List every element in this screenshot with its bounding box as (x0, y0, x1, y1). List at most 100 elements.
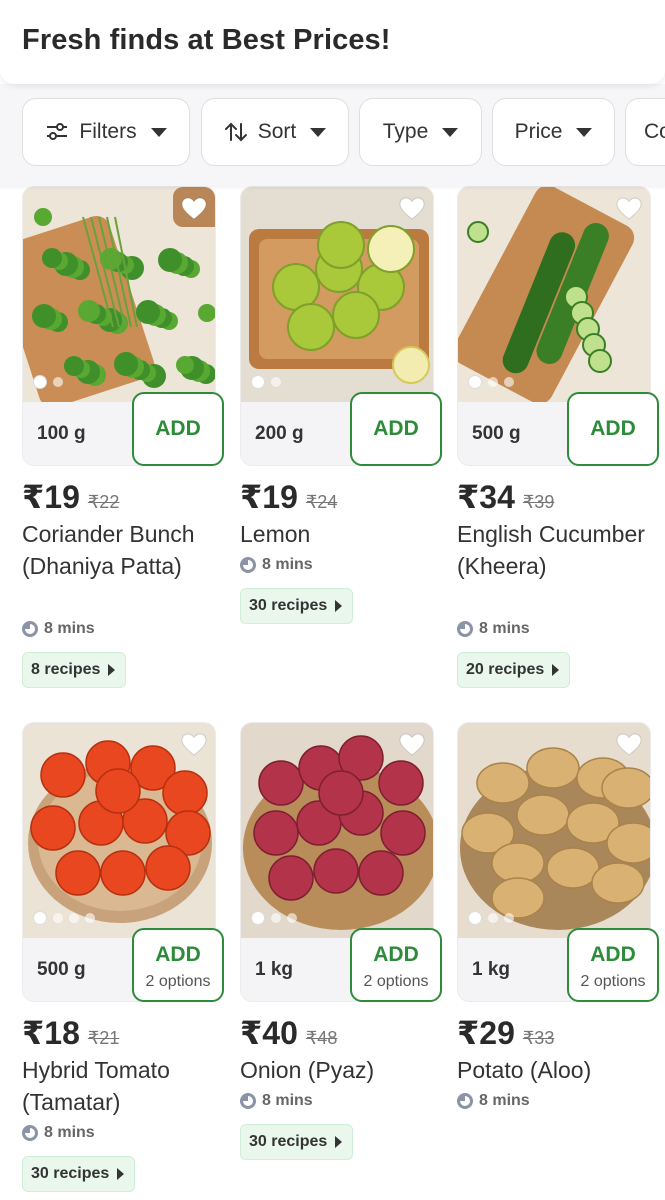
filters-chip[interactable]: Filters (22, 98, 190, 166)
add-button[interactable]: ADD 2 options (350, 928, 442, 1002)
more-filter-chip[interactable]: Co (625, 98, 665, 166)
recipes-link[interactable]: 8 recipes (22, 652, 127, 688)
product-name[interactable]: Hybrid Tomato (Tamatar) (22, 1054, 222, 1118)
recipes-label: 20 recipes (466, 661, 545, 678)
carousel-dot[interactable] (251, 911, 265, 925)
carousel-dot[interactable] (468, 375, 482, 389)
product-name[interactable]: English Cucumber (Kheera) (457, 518, 657, 582)
heart-icon[interactable] (181, 197, 207, 221)
product-card[interactable]: 500 g ADD ₹34 ₹39 English Cucumber (Khee… (457, 186, 659, 706)
product-weight: 200 g (255, 423, 304, 444)
chevron-down-icon (150, 127, 167, 137)
play-arrow-icon (335, 600, 343, 612)
carousel-dot[interactable] (69, 913, 79, 923)
delivery-eta-text: 8 mins (262, 556, 313, 573)
type-label: Type (382, 120, 429, 143)
clock-icon (240, 557, 256, 573)
type-chip[interactable]: Type (359, 98, 482, 166)
price-row: ₹19 ₹22 (22, 478, 119, 516)
clock-icon (22, 1125, 38, 1141)
carousel-dot[interactable] (504, 377, 514, 387)
price-row: ₹18 ₹21 (22, 1014, 119, 1052)
delivery-eta: 8 mins (457, 620, 530, 638)
product-mrp: ₹39 (522, 492, 555, 512)
filter-bar: Filters Sort Type Price Co (0, 84, 665, 186)
product-card[interactable]: 500 g ADD 2 options ₹18 ₹21 Hybrid Tomat… (22, 722, 224, 1200)
carousel-dots (251, 911, 297, 925)
product-card[interactable]: 1 kg ADD 2 options ₹29 ₹33 Potato (Aloo)… (457, 722, 659, 1200)
add-button-label: ADD (155, 943, 201, 966)
recipes-link[interactable]: 30 recipes (240, 1124, 354, 1160)
carousel-dot[interactable] (488, 377, 498, 387)
carousel-dot[interactable] (53, 913, 63, 923)
delivery-eta-text: 8 mins (44, 1124, 95, 1141)
carousel-dot[interactable] (53, 377, 63, 387)
heart-icon[interactable] (616, 733, 642, 757)
carousel-dot[interactable] (251, 375, 265, 389)
carousel-dots (468, 911, 514, 925)
heart-icon[interactable] (181, 733, 207, 757)
product-price: ₹19 (22, 479, 80, 515)
filters-label: Filters (79, 120, 137, 143)
recipes-label: 30 recipes (249, 597, 328, 614)
heart-icon[interactable] (399, 733, 425, 757)
options-label: 2 options (145, 973, 211, 990)
carousel-dot[interactable] (33, 375, 47, 389)
add-button[interactable]: ADD (132, 392, 224, 466)
carousel-dots (33, 911, 95, 925)
recipes-link[interactable]: 20 recipes (457, 652, 571, 688)
sort-chip[interactable]: Sort (201, 98, 349, 166)
add-button-label: ADD (373, 417, 419, 440)
carousel-dot[interactable] (271, 913, 281, 923)
product-weight: 100 g (37, 423, 86, 444)
product-weight: 1 kg (255, 959, 294, 980)
add-button[interactable]: ADD (350, 392, 442, 466)
carousel-dot[interactable] (33, 911, 47, 925)
delivery-eta-text: 8 mins (262, 1092, 313, 1109)
recipes-label: 8 recipes (31, 661, 101, 678)
product-card[interactable]: 100 g ADD ₹19 ₹22 Coriander Bunch (Dhani… (22, 186, 224, 706)
product-mrp: ₹24 (305, 492, 338, 512)
product-name[interactable]: Coriander Bunch (Dhaniya Patta) (22, 518, 222, 582)
chevron-down-icon (576, 127, 593, 137)
add-button[interactable]: ADD 2 options (567, 928, 659, 1002)
page-header: Fresh finds at Best Prices! (0, 0, 665, 84)
carousel-dot[interactable] (271, 377, 281, 387)
product-mrp: ₹48 (305, 1028, 338, 1048)
sliders-icon (45, 120, 69, 144)
product-weight: 500 g (37, 959, 86, 980)
product-card[interactable]: 1 kg ADD 2 options ₹40 ₹48 Onion (Pyaz) … (240, 722, 442, 1200)
price-row: ₹29 ₹33 (457, 1014, 554, 1052)
recipes-link[interactable]: 30 recipes (22, 1156, 136, 1192)
carousel-dot[interactable] (468, 911, 482, 925)
add-button-label: ADD (590, 417, 636, 440)
product-name[interactable]: Onion (Pyaz) (240, 1054, 440, 1086)
product-name[interactable]: Lemon (240, 518, 440, 550)
play-arrow-icon (335, 1136, 343, 1148)
carousel-dot[interactable] (504, 913, 514, 923)
price-chip[interactable]: Price (492, 98, 615, 166)
carousel-dot[interactable] (85, 913, 95, 923)
add-button-label: ADD (373, 943, 419, 966)
add-button[interactable]: ADD 2 options (132, 928, 224, 1002)
carousel-dot[interactable] (488, 913, 498, 923)
page-title: Fresh finds at Best Prices! (22, 24, 391, 56)
carousel-dots (468, 375, 514, 389)
product-price: ₹29 (457, 1015, 515, 1051)
delivery-eta: 8 mins (22, 620, 95, 638)
price-row: ₹34 ₹39 (457, 478, 554, 516)
add-button-label: ADD (155, 417, 201, 440)
carousel-dots (251, 375, 281, 389)
recipes-link[interactable]: 30 recipes (240, 588, 354, 624)
carousel-dot[interactable] (287, 913, 297, 923)
recipes-label: 30 recipes (249, 1133, 328, 1150)
heart-icon[interactable] (616, 197, 642, 221)
product-card[interactable]: 200 g ADD ₹19 ₹24 Lemon 8 mins 30 recipe… (240, 186, 442, 706)
heart-icon[interactable] (399, 197, 425, 221)
clock-icon (240, 1093, 256, 1109)
delivery-eta: 8 mins (22, 1124, 95, 1142)
add-button[interactable]: ADD (567, 392, 659, 466)
delivery-eta: 8 mins (457, 1092, 530, 1110)
product-name[interactable]: Potato (Aloo) (457, 1054, 657, 1086)
delivery-eta: 8 mins (240, 1092, 313, 1110)
